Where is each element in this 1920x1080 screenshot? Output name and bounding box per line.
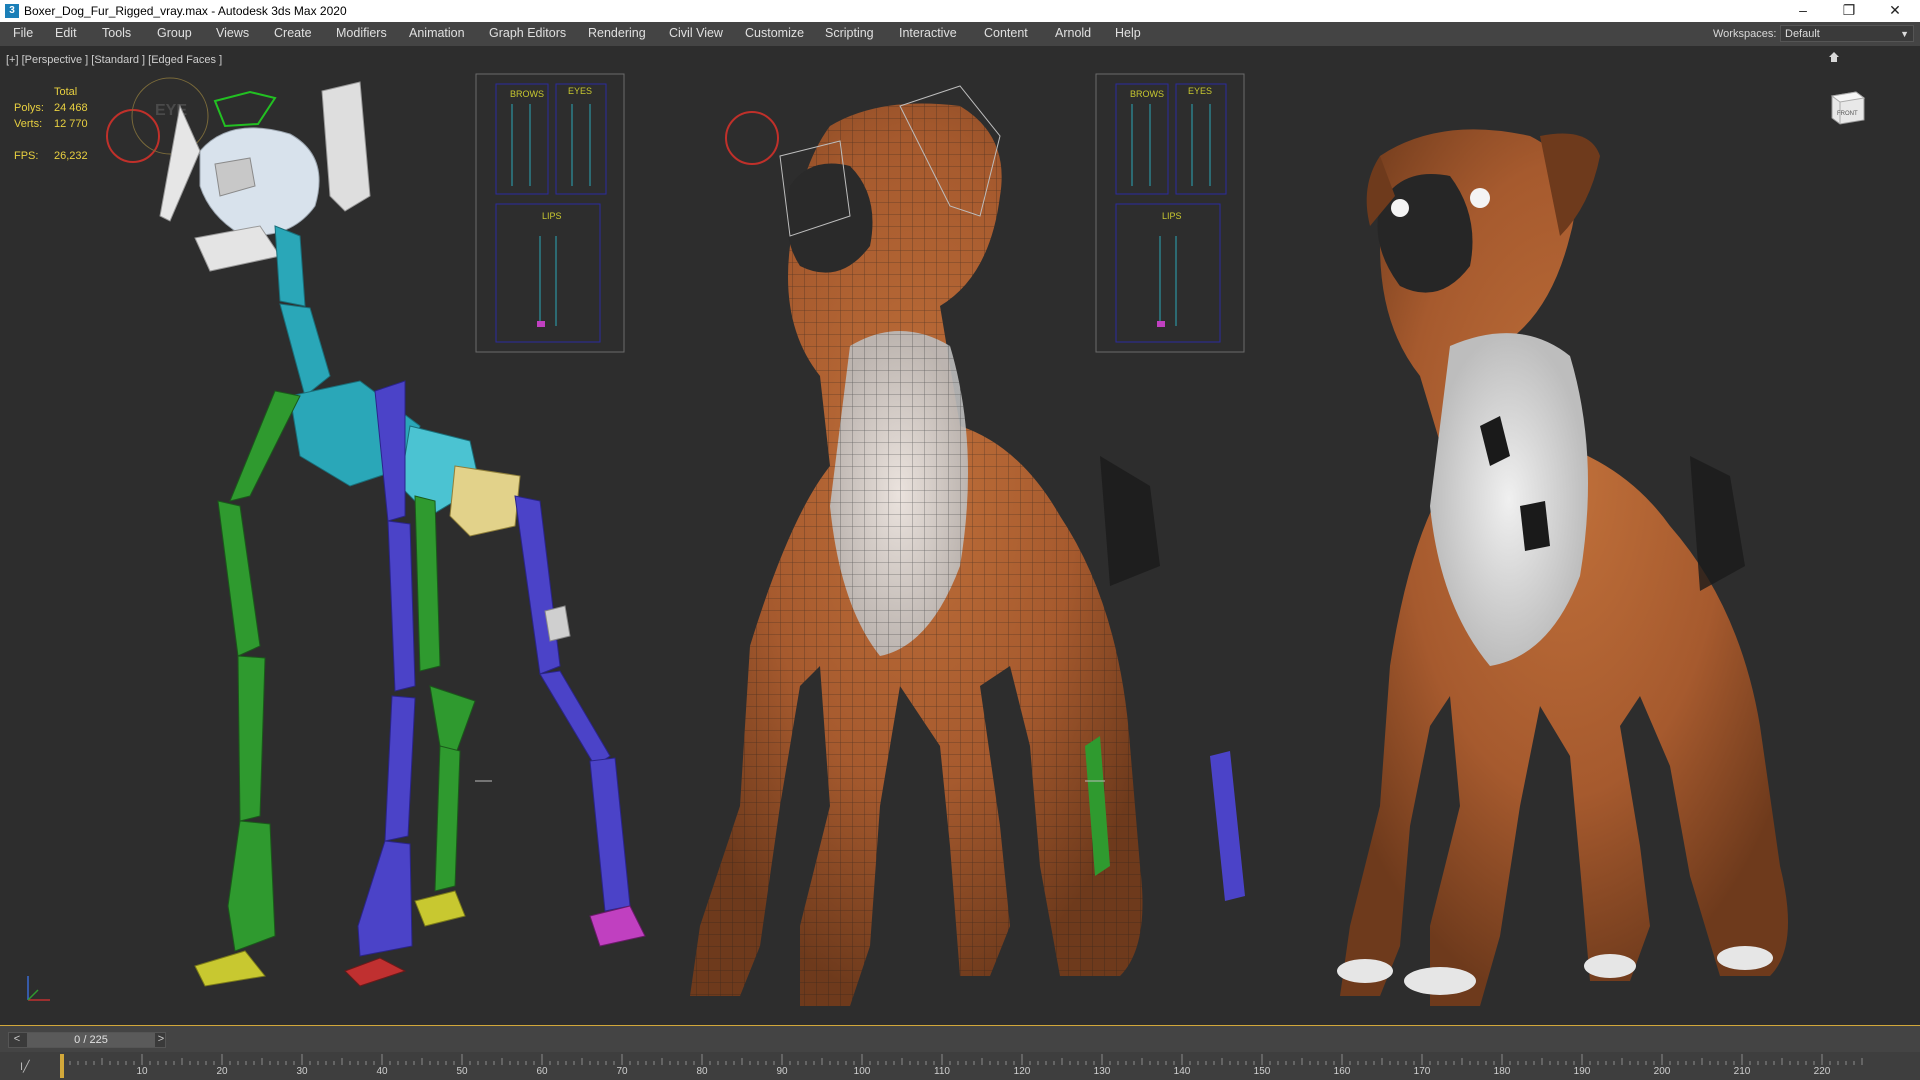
verts-value: 12 770 [54,118,88,130]
viewport-label[interactable]: [+] [Perspective ] [Standard ] [Edged Fa… [6,54,222,66]
frame-tick-label: 70 [616,1066,628,1077]
brows-label-2: BROWS [1130,89,1164,99]
app-icon: 3 [5,4,19,18]
frame-tick-label: 210 [1733,1066,1751,1077]
fps-value: 26,232 [54,150,88,162]
scene-canvas[interactable]: EYE BROWS EYES LIPS BROWS EYES LIPS [0,46,1920,1025]
frame-tick-label: 190 [1573,1066,1591,1077]
menu-graph-editors[interactable]: Graph Editors [489,26,566,40]
frame-display[interactable]: 0 / 225 [27,1033,155,1047]
frame-tick-labels: 10 20 30 40 50 60 70 80 90 100 110 120 130 140 150 160 1… [48,1052,1870,1080]
menu-views[interactable]: Views [216,26,249,40]
frame-tick-label: 90 [776,1066,788,1077]
frame-tick-label: 220 [1813,1066,1831,1077]
lips-label-2: LIPS [1162,211,1182,221]
frame-tick-label: 60 [536,1066,548,1077]
menu-animation[interactable]: Animation [409,26,465,40]
frame-tick-label: 130 [1093,1066,1111,1077]
time-next-button[interactable]: > [153,1033,169,1047]
workspaces-label: Workspaces: [1713,28,1777,40]
rendered-furred-dog[interactable] [1337,129,1788,1007]
frame-tick-label: 80 [696,1066,708,1077]
viewcube[interactable]: FRONT [1826,86,1868,128]
menu-group[interactable]: Group [157,26,192,40]
menu-scripting[interactable]: Scripting [825,26,874,40]
wireframe-dog-model[interactable] [690,85,1245,1006]
frame-tick-label: 140 [1173,1066,1191,1077]
eyes-label: EYES [568,86,592,96]
brows-label: BROWS [510,89,544,99]
frame-tick-label: 50 [456,1066,468,1077]
frame-tick-label: 150 [1253,1066,1271,1077]
perspective-viewport[interactable]: EYE BROWS EYES LIPS BROWS EYES LIPS [+] … [0,46,1920,1026]
menu-content[interactable]: Content [984,26,1028,40]
close-button[interactable]: ✕ [1872,0,1918,22]
menu-help[interactable]: Help [1115,26,1141,40]
restore-button[interactable]: ❐ [1826,0,1872,22]
frame-tick-label: 10 [136,1066,148,1077]
menu-civil-view[interactable]: Civil View [669,26,723,40]
viewcube-front-label: FRONT [1837,111,1858,117]
menu-tools[interactable]: Tools [102,26,131,40]
home-icon[interactable] [1828,51,1840,63]
menu-edit[interactable]: Edit [55,26,77,40]
window-title: Boxer_Dog_Fur_Rigged_vray.max - Autodesk… [24,4,347,18]
curve-editor-icon[interactable]: I╱ [20,1060,30,1073]
face-control-panel-1[interactable]: BROWS EYES LIPS [475,73,625,353]
menu-modifiers[interactable]: Modifiers [336,26,387,40]
time-prev-button[interactable]: < [9,1033,25,1047]
time-slider[interactable]: < 0 / 225 > [8,1032,166,1048]
workspaces-value: Default [1785,28,1820,40]
verts-label: Verts: [14,118,43,130]
rig-skeleton[interactable]: EYE [106,77,646,987]
menu-create[interactable]: Create [274,26,312,40]
lips-label: LIPS [542,211,562,221]
stats-header: Total [54,86,78,98]
menu-rendering[interactable]: Rendering [588,26,646,40]
menu-interactive[interactable]: Interactive [899,26,957,40]
workspaces-select[interactable]: Default ▼ [1780,25,1914,42]
menu-arnold[interactable]: Arnold [1055,26,1091,40]
frame-tick-label: 110 [934,1066,950,1077]
frame-tick-label: 180 [1493,1066,1511,1077]
chevron-down-icon: ▼ [1900,29,1909,39]
frame-tick-label: 160 [1333,1066,1351,1077]
frame-tick-label: 40 [376,1066,388,1077]
frame-tick-label: 200 [1653,1066,1671,1077]
minimize-button[interactable]: – [1780,0,1826,22]
timeline-panel: < 0 / 225 > I╱ 10 20 30 40 50 60 70 80 90 100 110 1… [0,1026,1920,1080]
frame-tick-label: 30 [296,1066,308,1077]
frame-tick-label: 170 [1413,1066,1431,1077]
track-bar[interactable]: I╱ 10 20 30 40 50 60 70 80 90 100 110 120 130 140 150 1… [0,1052,1920,1080]
eyes-label-2: EYES [1188,86,1212,96]
frame-tick-label: 20 [216,1066,228,1077]
title-bar: 3 Boxer_Dog_Fur_Rigged_vray.max - Autode… [0,0,1920,22]
menu-customize[interactable]: Customize [745,26,804,40]
face-control-panel-2[interactable]: BROWS EYES LIPS [1095,73,1245,353]
menu-bar: File Edit Tools Group Views Create Modif… [0,22,1920,46]
rig-head[interactable] [159,81,371,272]
frame-tick-label: 100 [853,1066,871,1077]
frame-tick-label: 120 [1013,1066,1031,1077]
menu-file[interactable]: File [13,26,33,40]
polys-label: Polys: [14,102,44,114]
polys-value: 24 468 [54,102,88,114]
fps-label: FPS: [14,150,39,162]
axis-tripod-icon [27,976,50,1001]
